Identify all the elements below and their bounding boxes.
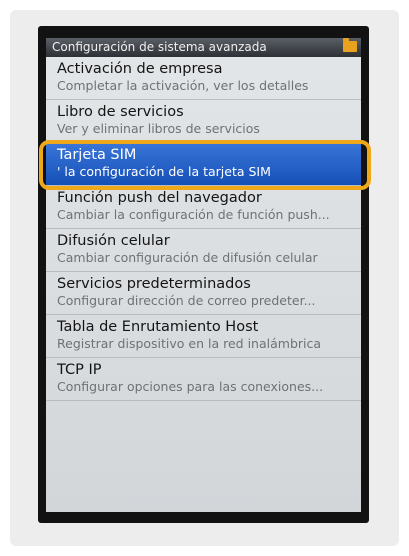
menu-item-difusion-celular[interactable]: Difusión celular Cambiar configuración d… bbox=[46, 229, 361, 272]
menu-item-subtitle: Cambiar configuración de difusión celula… bbox=[57, 250, 318, 265]
menu-item-title: Difusión celular bbox=[57, 233, 170, 249]
window-title: Configuración de sistema avanzada bbox=[52, 40, 267, 54]
menu-item-subtitle: Configurar dirección de correo predeter.… bbox=[57, 293, 316, 308]
menu-item-subtitle: Cambiar la configuración de función push… bbox=[57, 207, 330, 222]
menu-item-funcion-push[interactable]: Función push del navegador Cambiar la co… bbox=[46, 186, 361, 229]
menu-item-subtitle: Registrar dispositivo en la red inalámbr… bbox=[57, 336, 322, 351]
phone-device: Configuración de sistema avanzada Activa… bbox=[38, 26, 369, 523]
menu-item-title: Función push del navegador bbox=[57, 190, 262, 206]
menu-item-title: Tabla de Enrutamiento Host bbox=[57, 319, 259, 335]
menu-item-subtitle: Ver y eliminar libros de servicios bbox=[57, 121, 260, 136]
settings-menu: Activación de empresa Completar la activ… bbox=[46, 57, 361, 401]
menu-item-subtitle: Completar la activación, ver los detalle… bbox=[57, 78, 309, 93]
menu-item-tarjeta-sim[interactable]: Tarjeta SIM ' la configuración de la tar… bbox=[46, 143, 361, 186]
menu-item-tabla-enrutamiento[interactable]: Tabla de Enrutamiento Host Registrar dis… bbox=[46, 315, 361, 358]
phone-screen: Configuración de sistema avanzada Activa… bbox=[46, 38, 361, 512]
menu-item-title: Libro de servicios bbox=[57, 104, 184, 120]
menu-item-title: Servicios predeterminados bbox=[57, 276, 251, 292]
window-titlebar: Configuración de sistema avanzada bbox=[46, 38, 361, 57]
menu-item-title: Activación de empresa bbox=[57, 61, 223, 77]
menu-item-libro-servicios[interactable]: Libro de servicios Ver y eliminar libros… bbox=[46, 100, 361, 143]
menu-item-title: TCP IP bbox=[57, 362, 102, 378]
menu-item-title: Tarjeta SIM bbox=[57, 147, 137, 163]
menu-item-tcp-ip[interactable]: TCP IP Configurar opciones para las cone… bbox=[46, 358, 361, 401]
menu-item-activacion-empresa[interactable]: Activación de empresa Completar la activ… bbox=[46, 57, 361, 100]
menu-item-subtitle: Configurar opciones para las conexiones.… bbox=[57, 379, 324, 394]
menu-item-subtitle: ' la configuración de la tarjeta SIM bbox=[57, 164, 271, 179]
folder-icon bbox=[343, 38, 357, 52]
menu-item-servicios-predeterminados[interactable]: Servicios predeterminados Configurar dir… bbox=[46, 272, 361, 315]
